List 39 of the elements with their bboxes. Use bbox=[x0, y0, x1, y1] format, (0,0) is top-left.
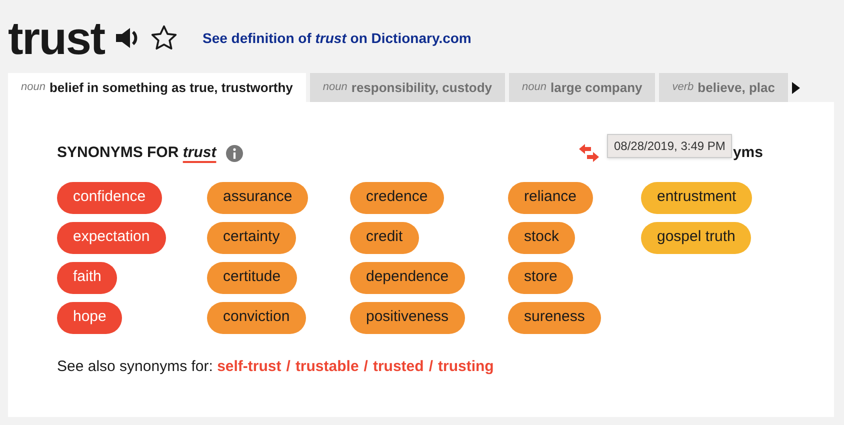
synonym-chip[interactable]: entrustment bbox=[641, 182, 752, 214]
sense-tab[interactable]: verb believe, plac bbox=[659, 73, 788, 102]
headword: trust bbox=[8, 15, 104, 61]
separator-slash: / bbox=[428, 356, 434, 376]
swap-arrows-icon[interactable] bbox=[578, 144, 599, 162]
synonym-chip[interactable]: sureness bbox=[508, 302, 601, 334]
next-arrow-icon[interactable] bbox=[792, 82, 800, 94]
see-also-link[interactable]: self-trust bbox=[217, 356, 282, 378]
sense-tab[interactable]: noun responsibility, custody bbox=[310, 73, 506, 102]
synonym-chip[interactable]: store bbox=[508, 262, 574, 294]
synonym-chip[interactable]: assurance bbox=[207, 182, 308, 214]
info-icon[interactable] bbox=[226, 144, 244, 162]
star-icon[interactable] bbox=[150, 24, 178, 52]
synonym-chip[interactable]: expectation bbox=[57, 222, 166, 254]
synonym-chip[interactable]: positiveness bbox=[350, 302, 465, 334]
synonym-chip[interactable]: credence bbox=[350, 182, 444, 214]
synonym-chip[interactable]: confidence bbox=[57, 182, 162, 214]
synonym-chip[interactable]: certainty bbox=[207, 222, 296, 254]
definition-link[interactable]: See definition of trust on Dictionary.com bbox=[202, 28, 472, 48]
synonym-chip[interactable]: stock bbox=[508, 222, 576, 254]
separator-slash: / bbox=[362, 356, 369, 376]
synonym-chip[interactable]: hope bbox=[57, 302, 122, 334]
synonyms-heading: SYNONYMS FOR trust bbox=[57, 143, 216, 163]
synonym-chip[interactable]: dependence bbox=[350, 262, 465, 294]
see-also-link[interactable]: trusting bbox=[438, 356, 494, 378]
sense-tab[interactable]: noun large company bbox=[509, 73, 656, 102]
synonym-chip[interactable]: conviction bbox=[207, 302, 306, 334]
compare-label[interactable]: yms bbox=[732, 142, 763, 164]
see-also-link[interactable]: trustable bbox=[295, 356, 359, 378]
synonym-chip[interactable]: faith bbox=[57, 262, 118, 294]
see-also-label: See also synonyms for: bbox=[57, 356, 214, 376]
synonym-chip[interactable]: reliance bbox=[508, 182, 593, 214]
sense-tab[interactable]: noun belief in something as true, trustworthy bbox=[8, 73, 306, 102]
synonym-chip[interactable]: gospel truth bbox=[641, 222, 752, 254]
synonym-chip[interactable]: certitude bbox=[207, 262, 297, 294]
see-also-link[interactable]: trusted bbox=[372, 356, 424, 378]
synonym-chip[interactable]: credit bbox=[350, 222, 419, 254]
timestamp-tooltip: 08/28/2019, 3:49 PM bbox=[606, 134, 732, 158]
separator-slash: / bbox=[285, 356, 292, 376]
